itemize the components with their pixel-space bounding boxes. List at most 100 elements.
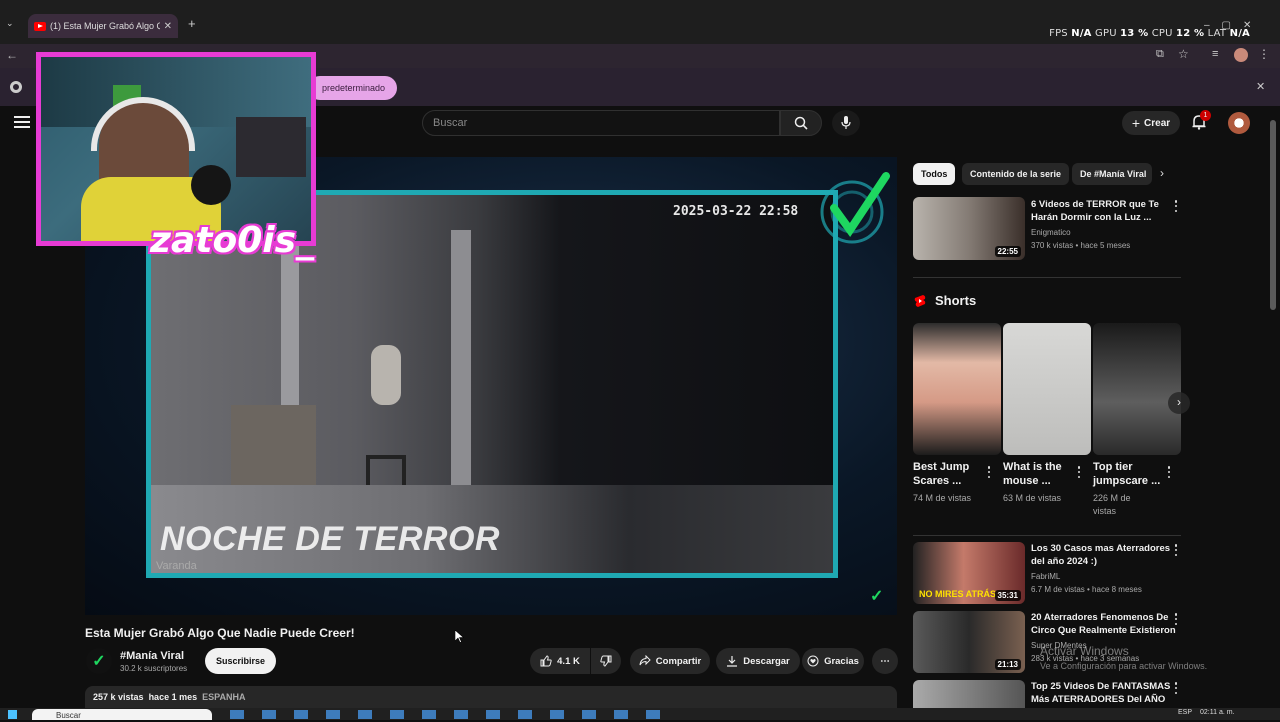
set-default-label: predeterminado	[322, 83, 386, 93]
rec-video-meta: 370 k vistas • hace 5 meses	[1031, 241, 1131, 250]
taskbar-clock: 02:11 a. m.	[1200, 709, 1235, 716]
page-scrollbar[interactable]	[1270, 120, 1276, 310]
streamer-webcam	[36, 52, 316, 246]
video-duration: 21:13	[994, 659, 1021, 670]
browser-tab-active[interactable]: (1) Esta Mujer Grabó Algo Q ✕	[28, 14, 178, 38]
camera-label: Varanda	[156, 560, 197, 572]
short-thumbnail-2[interactable]	[1003, 323, 1091, 455]
subscriber-count: 30.2 k suscriptores	[120, 664, 188, 673]
view-count: 257 k vistas	[93, 692, 144, 702]
share-icon	[639, 655, 651, 666]
subscribe-label: Suscribirse	[215, 656, 266, 666]
start-icon[interactable]	[8, 710, 17, 719]
sandbags	[231, 405, 316, 495]
account-avatar[interactable]	[1228, 112, 1250, 134]
channel-logo-overlay	[818, 172, 890, 244]
short-thumbnail-1[interactable]	[913, 323, 1001, 455]
dislike-button[interactable]	[591, 648, 621, 674]
checkmark-logo-icon	[820, 172, 890, 244]
back-icon[interactable]: ←	[6, 48, 18, 62]
extensions-icon[interactable]: ≡	[1212, 48, 1218, 60]
thanks-label: Gracias	[824, 655, 859, 667]
chip-series[interactable]: Contenido de la serie	[962, 163, 1070, 185]
video-overlay-title: NOCHE DE TERROR	[160, 520, 500, 558]
camera-timestamp: 2025-03-22 22:58	[673, 204, 799, 219]
more-actions-button[interactable]: ⋯	[872, 648, 898, 674]
tab-list-icon[interactable]: ⌄	[6, 18, 14, 29]
rec-video-title[interactable]: Top 25 Videos De FANTASMAS Más ATERRADORE…	[1031, 680, 1170, 706]
download-button[interactable]: Descargar	[716, 648, 800, 674]
divider	[913, 277, 1181, 278]
thanks-button[interactable]: Gracias	[802, 648, 864, 674]
set-default-button[interactable]: predeterminado	[308, 76, 398, 100]
video-thumbnail[interactable]: NO MIRES ATRÁS 35:31	[913, 542, 1025, 604]
video-duration: 22:55	[994, 246, 1021, 257]
download-icon	[727, 656, 738, 667]
rec-video-title[interactable]: 6 Videos de TERROR que Te Harán Dormir co…	[1031, 198, 1159, 224]
short-views-1: 74 M de vistas	[913, 493, 972, 503]
video-menu-icon[interactable]	[1174, 544, 1178, 556]
video-thumbnail[interactable]	[913, 680, 1025, 708]
create-label: Crear	[1144, 117, 1171, 129]
short-thumbnail-3[interactable]	[1093, 323, 1181, 455]
rec-channel-name[interactable]: FabriML	[1031, 571, 1060, 582]
short-title-1[interactable]: Best Jump Scares ...	[913, 460, 985, 488]
search-placeholder: Buscar	[433, 117, 468, 129]
subscribe-button[interactable]: Suscribirse	[205, 648, 276, 674]
shorts-icon	[914, 294, 928, 308]
short-menu-icon[interactable]	[1077, 466, 1081, 478]
chip-next-icon[interactable]: ›	[1160, 166, 1164, 180]
bed	[236, 117, 306, 177]
thumbs-up-icon	[540, 655, 552, 667]
close-tab-icon[interactable]: ✕	[164, 21, 172, 32]
notification-badge: 1	[1200, 110, 1211, 121]
rec-video-title[interactable]: 20 Aterradores Fenomenos De Circo Que Rea…	[1031, 611, 1176, 637]
channel-avatar[interactable]: ✓	[86, 648, 112, 674]
person-figure	[371, 345, 401, 405]
channel-name[interactable]: #Manía Viral	[120, 650, 184, 662]
performance-overlay: FPS N/A GPU 13 % CPU 12 % LAT N/A	[1049, 28, 1250, 39]
video-thumbnail[interactable]: 21:13	[913, 611, 1025, 673]
video-menu-icon[interactable]	[1174, 682, 1178, 694]
browser-menu-icon[interactable]: ⋮	[1258, 47, 1270, 61]
rec-video-title[interactable]: Los 30 Casos mas Aterradores del año 2024…	[1031, 542, 1170, 568]
hamburger-menu-icon[interactable]	[14, 116, 30, 128]
voice-search-button[interactable]	[832, 110, 860, 136]
chip-channel[interactable]: De #Manía Viral	[1072, 163, 1152, 185]
microphone-icon	[841, 116, 851, 129]
taskbar-search-placeholder: Buscar	[56, 711, 81, 720]
close-infobar-icon[interactable]: ✕	[1256, 80, 1265, 93]
profile-avatar[interactable]	[1234, 48, 1248, 62]
video-menu-icon[interactable]	[1174, 613, 1178, 625]
like-count: 4.1 K	[557, 655, 580, 667]
short-menu-icon[interactable]	[1167, 466, 1171, 478]
like-button[interactable]: 4.1 K	[530, 648, 590, 674]
notifications-button[interactable]: 1	[1192, 110, 1211, 132]
taskbar-search[interactable]: Buscar	[32, 709, 212, 720]
taskbar-app-icons[interactable]	[230, 710, 670, 719]
bookmark-star-icon[interactable]: ☆	[1178, 47, 1189, 61]
rec-video-meta: 6.7 M de vistas • hace 8 meses	[1031, 585, 1142, 594]
hashtag[interactable]: ESPANHA	[202, 692, 245, 702]
short-views-2: 63 M de vistas	[1003, 493, 1062, 503]
search-button[interactable]	[780, 110, 822, 136]
create-button[interactable]: + Crear	[1122, 111, 1180, 135]
video-title: Esta Mujer Grabó Algo Que Nadie Puede Cr…	[85, 626, 355, 640]
thumbnail-badge: NO MIRES ATRÁS	[919, 589, 997, 599]
shorts-next-icon[interactable]: ›	[1168, 392, 1190, 414]
search-input[interactable]: Buscar	[422, 110, 780, 136]
video-menu-icon[interactable]	[1174, 200, 1178, 212]
chip-todos[interactable]: Todos	[913, 163, 956, 185]
plus-icon: +	[1131, 115, 1141, 131]
share-button[interactable]: Compartir	[630, 648, 710, 674]
tab-title: (1) Esta Mujer Grabó Algo Q	[50, 21, 160, 31]
new-tab-icon[interactable]: +	[188, 16, 196, 31]
rec-channel-name[interactable]: Enigmatico	[1031, 227, 1071, 238]
chrome-icon	[10, 81, 22, 93]
short-title-3[interactable]: Top tier jumpscare ...	[1093, 460, 1165, 488]
taskbar-lang: ESP	[1178, 709, 1193, 716]
install-icon[interactable]: ⧉	[1156, 48, 1164, 61]
short-menu-icon[interactable]	[987, 466, 991, 478]
short-title-2[interactable]: What is the mouse ...	[1003, 460, 1075, 488]
video-thumbnail[interactable]: 22:55	[913, 197, 1025, 260]
